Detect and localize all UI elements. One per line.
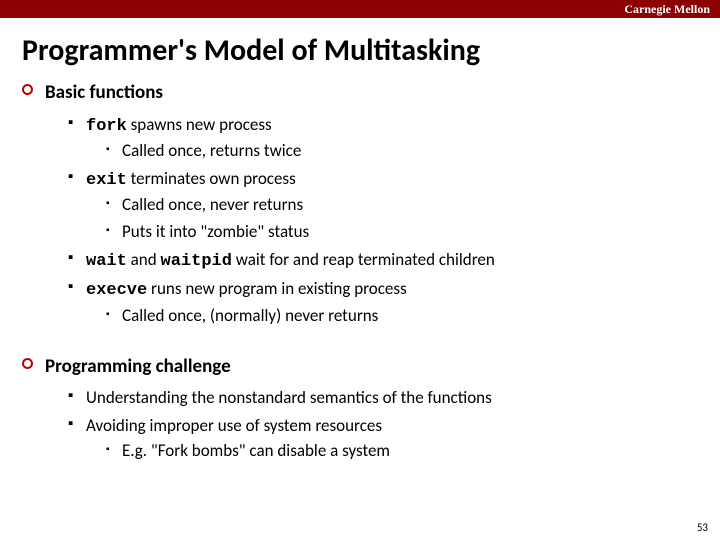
item-text: and [127, 249, 161, 270]
page-number: 53 [697, 521, 708, 534]
section-heading-text: Basic functions [45, 79, 163, 107]
sub-item: Called once, never returns [106, 193, 698, 218]
bullet-list: fork spawns new process Called once, ret… [68, 113, 698, 329]
sub-item: Called once, returns twice [106, 139, 698, 164]
hollow-circle-bullet-icon [22, 358, 33, 369]
header-bar: Carnegie Mellon [0, 0, 720, 18]
code-term: execve [86, 281, 147, 300]
sub-item: Called once, (normally) never returns [106, 304, 698, 329]
sub-list: Called once, never returns Puts it into … [106, 193, 698, 244]
item-text: terminates own process [127, 168, 296, 189]
sub-item: Puts it into "zombie" status [106, 220, 698, 245]
section-2: Programming challenge Understanding the … [22, 353, 698, 463]
list-item: Avoiding improper use of system resource… [68, 414, 698, 463]
list-item: fork spawns new process Called once, ret… [68, 113, 698, 164]
code-term: waitpid [161, 252, 232, 271]
hollow-circle-bullet-icon [22, 84, 33, 95]
section-1: Basic functions fork spawns new process … [22, 79, 698, 329]
item-text: spawns new process [127, 114, 272, 135]
code-term: fork [86, 117, 127, 136]
institution-name: Carnegie Mellon [624, 2, 710, 17]
list-item: wait and waitpid wait for and reap termi… [68, 248, 698, 275]
section-heading: Programming challenge [22, 353, 698, 381]
code-term: exit [86, 171, 127, 190]
slide-content: Basic functions fork spawns new process … [0, 79, 720, 463]
item-text: runs new program in existing process [147, 278, 406, 299]
list-item: execve runs new program in existing proc… [68, 277, 698, 328]
slide: Carnegie Mellon Programmer's Model of Mu… [0, 0, 720, 540]
list-item: exit terminates own process Called once,… [68, 167, 698, 245]
section-heading: Basic functions [22, 79, 698, 107]
code-term: wait [86, 252, 127, 271]
list-item: Understanding the nonstandard semantics … [68, 386, 698, 411]
sub-list: Called once, (normally) never returns [106, 304, 698, 329]
bullet-list: Understanding the nonstandard semantics … [68, 386, 698, 463]
section-heading-text: Programming challenge [45, 353, 231, 381]
slide-title: Programmer's Model of Multitasking [0, 18, 720, 79]
item-text: wait for and reap terminated children [232, 249, 495, 270]
sub-list: Called once, returns twice [106, 139, 698, 164]
sub-item: E.g. "Fork bombs" can disable a system [106, 439, 698, 464]
sub-list: E.g. "Fork bombs" can disable a system [106, 439, 698, 464]
